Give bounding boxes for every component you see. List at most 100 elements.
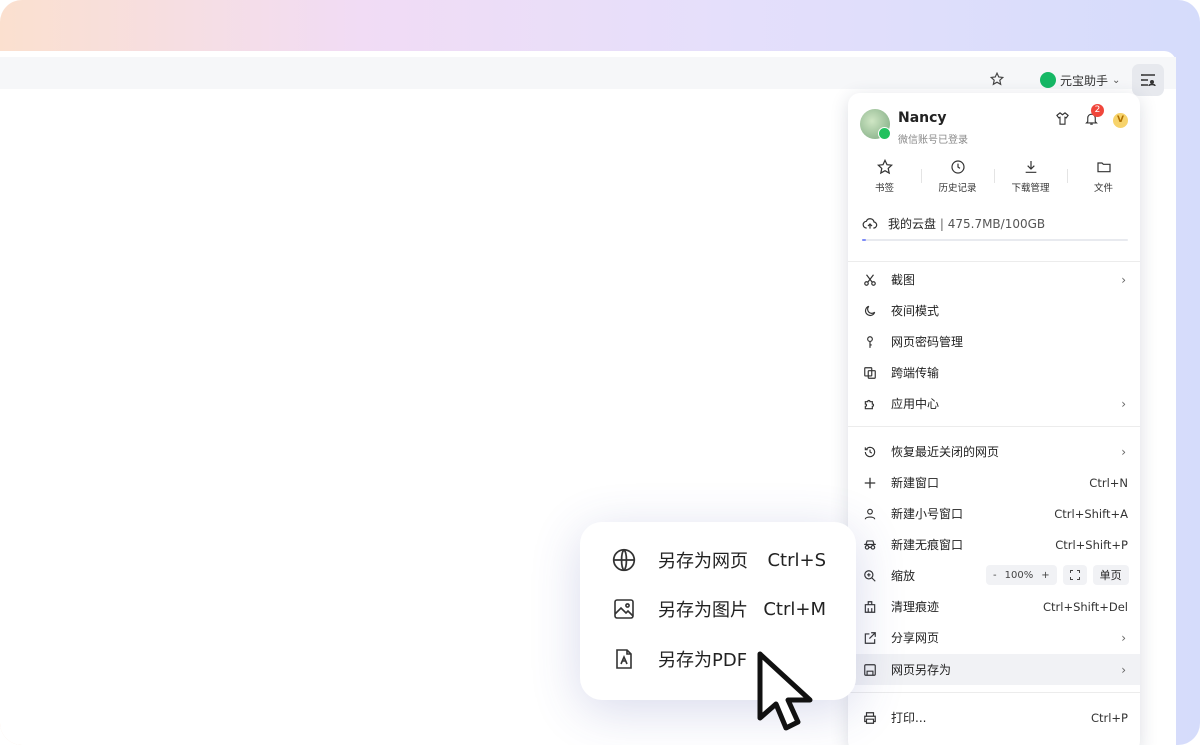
menu-label: 夜间模式 — [891, 304, 940, 318]
cloud-storage[interactable]: 我的云盘 | 475.7MB/100GB — [862, 215, 1128, 245]
shortcut: Ctrl+Shift+Del — [1043, 599, 1128, 614]
history-restore-icon — [862, 444, 878, 460]
menu-screenshot[interactable]: 截图 › — [848, 264, 1140, 295]
main-menu-button[interactable] — [1132, 64, 1164, 96]
cloud-label: 我的云盘 — [888, 217, 937, 231]
single-page-button[interactable]: 单页 — [1092, 565, 1129, 585]
divider — [848, 692, 1140, 693]
save-as-webpage[interactable]: 另存为网页 Ctrl+S — [610, 545, 840, 575]
toolbar: 元宝助手 ⌄ — [0, 57, 1176, 96]
zoom-control: - 100% + — [986, 565, 1057, 585]
shortcut: Ctrl+M — [763, 598, 826, 620]
moon-icon — [862, 303, 878, 319]
folder-icon — [1096, 162, 1111, 173]
shortcut: Ctrl+Shift+P — [1055, 537, 1128, 552]
quick-files[interactable]: 文件 — [1067, 159, 1140, 199]
menu-cross-device[interactable]: 跨端传输 — [848, 357, 1140, 388]
cloud-usage-bar — [862, 239, 1128, 241]
zoom-out-button[interactable]: - — [993, 570, 997, 581]
menu-label: 新建窗口 — [891, 476, 940, 490]
menu-label: 网页密码管理 — [891, 335, 964, 349]
share-icon — [862, 630, 878, 646]
menu-new-incognito[interactable]: 新建无痕窗口 Ctrl+Shift+P — [848, 529, 1140, 560]
globe-icon — [610, 546, 638, 574]
plus-icon — [862, 475, 878, 491]
menu-label: 新建无痕窗口 — [891, 538, 964, 552]
clock-icon — [950, 160, 965, 174]
printer-icon — [862, 710, 878, 726]
download-icon — [1025, 161, 1036, 173]
save-as-image[interactable]: 另存为图片 Ctrl+M — [610, 594, 840, 624]
menu-label: 网页另存为 — [891, 663, 952, 677]
menu-night-mode[interactable]: 夜间模式 — [848, 295, 1140, 326]
menu-app-center[interactable]: 应用中心 › — [848, 388, 1140, 419]
copy-devices-icon — [862, 365, 878, 381]
menu-label: 缩放 — [891, 569, 916, 583]
fullscreen-icon — [1069, 570, 1080, 580]
menu-print[interactable]: 打印... Ctrl+P — [848, 702, 1140, 733]
quick-history[interactable]: 历史记录 — [921, 159, 994, 199]
notification-badge: 2 — [1091, 104, 1104, 117]
single-page-label: 单页 — [1099, 569, 1122, 582]
chevron-right-icon: › — [1121, 662, 1126, 677]
divider — [848, 426, 1140, 427]
skin-shirt-icon[interactable] — [1055, 111, 1070, 129]
browser-menu-panel: Nancy 微信账号已登录 2 V 书签 历史记录 下载管理 文件 我的云盘 |… — [848, 93, 1140, 745]
quick-downloads[interactable]: 下载管理 — [994, 159, 1067, 199]
chevron-right-icon: › — [1121, 630, 1126, 645]
shortcut: Ctrl+P — [1090, 710, 1128, 725]
zoom-in-button[interactable]: + — [1041, 570, 1049, 581]
broom-icon — [862, 599, 878, 615]
menu-label: 截图 — [891, 273, 916, 287]
quick-label: 下载管理 — [1011, 183, 1050, 194]
wechat-icon — [878, 127, 891, 140]
quick-label: 书签 — [874, 183, 894, 194]
submenu-label: 另存为图片 — [658, 600, 748, 621]
quick-bookmarks[interactable]: 书签 — [848, 159, 921, 199]
cloud-upload-icon — [862, 217, 878, 229]
quick-label: 文件 — [1093, 183, 1113, 194]
profile-name: Nancy — [898, 110, 947, 126]
shortcut: Ctrl+Shift+A — [1054, 506, 1128, 521]
zoom-icon — [862, 568, 878, 584]
menu-new-window[interactable]: 新建窗口 Ctrl+N — [848, 467, 1140, 498]
bookmark-star-icon[interactable] — [989, 71, 1008, 89]
chevron-right-icon: › — [1121, 444, 1126, 459]
menu-label: 打印... — [891, 711, 927, 725]
menu-label: 应用中心 — [891, 397, 940, 411]
key-icon — [862, 334, 878, 350]
menu-new-small-window[interactable]: 新建小号窗口 Ctrl+Shift+A — [848, 498, 1140, 529]
assistant-label: 元宝助手 — [1060, 73, 1109, 88]
menu-share-page[interactable]: 分享网页 › — [848, 622, 1140, 653]
zoom-value: 100% — [1004, 569, 1034, 581]
submenu-label: 另存为PDF — [658, 650, 748, 671]
divider — [848, 261, 1140, 262]
submenu-label: 另存为网页 — [658, 551, 748, 572]
chevron-right-icon: › — [1121, 272, 1126, 287]
shortcut: Ctrl+S — [767, 549, 826, 571]
quick-actions: 书签 历史记录 下载管理 文件 — [848, 159, 1140, 199]
notification-bell-icon[interactable]: 2 — [1084, 104, 1104, 129]
quick-label: 历史记录 — [938, 183, 977, 194]
chevron-down-icon: ⌄ — [1112, 74, 1121, 86]
menu-clear-traces[interactable]: 清理痕迹 Ctrl+Shift+Del — [848, 591, 1140, 622]
save-icon — [862, 662, 878, 678]
fullscreen-button[interactable] — [1062, 565, 1087, 585]
menu-icon — [1141, 74, 1156, 87]
shortcut: Ctrl+N — [1089, 475, 1128, 490]
cloud-usage: 475.7MB/100GB — [947, 217, 1046, 231]
menu-password-manager[interactable]: 网页密码管理 — [848, 326, 1140, 357]
pdf-icon — [610, 645, 638, 673]
menu-save-page-as[interactable]: 网页另存为 › — [848, 654, 1140, 685]
vip-icon[interactable]: V — [1113, 112, 1128, 128]
menu-label: 分享网页 — [891, 631, 940, 645]
chevron-right-icon: › — [1121, 396, 1126, 411]
cloud-separator: | — [939, 217, 944, 231]
puzzle-icon — [862, 396, 878, 412]
star-icon — [876, 159, 893, 175]
menu-restore-closed[interactable]: 恢复最近关闭的网页 › — [848, 436, 1140, 467]
yuanbao-assistant-button[interactable]: 元宝助手 ⌄ — [1040, 68, 1120, 92]
yuanbao-logo-icon — [1040, 72, 1056, 88]
menu-label: 恢复最近关闭的网页 — [891, 445, 1000, 459]
menu-label: 新建小号窗口 — [891, 507, 964, 521]
